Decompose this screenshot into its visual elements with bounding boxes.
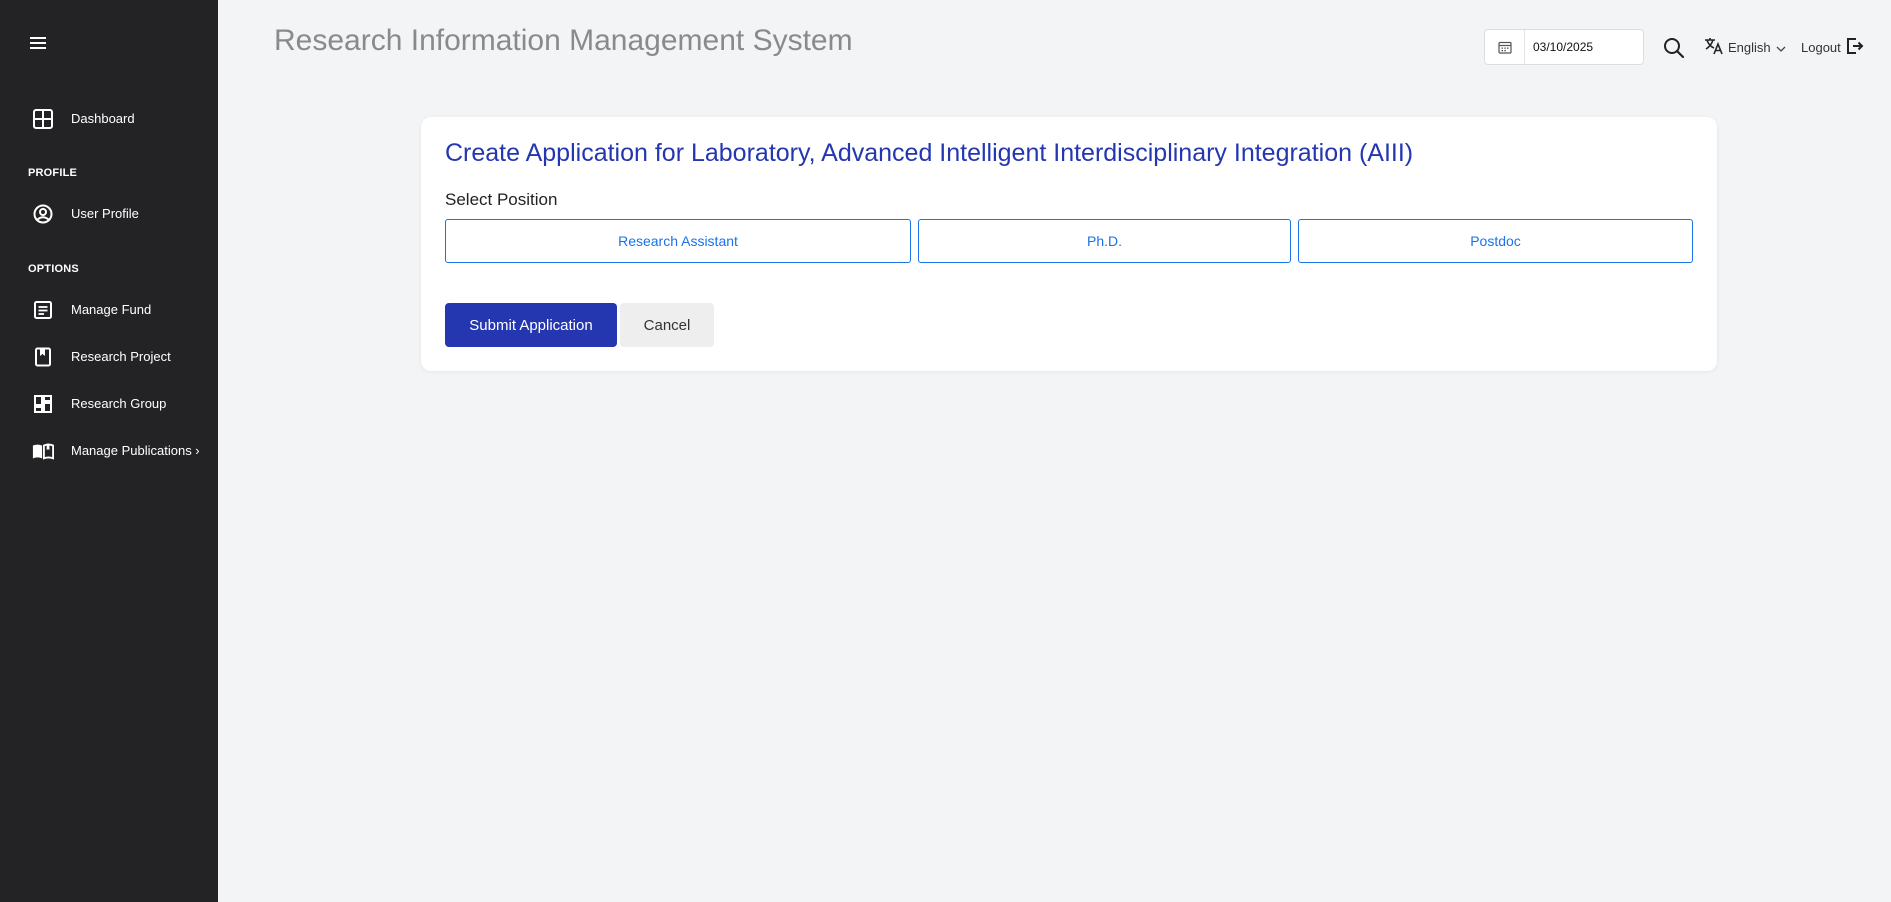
open-book-icon xyxy=(32,440,54,462)
date-picker[interactable] xyxy=(1484,29,1644,65)
chevron-down-icon xyxy=(1776,40,1786,55)
submit-application-button[interactable]: Submit Application xyxy=(445,303,617,347)
select-position-label: Select Position xyxy=(445,190,558,209)
section-title-options: OPTIONS xyxy=(28,263,79,275)
hamburger-menu-icon[interactable] xyxy=(30,34,52,52)
logout-icon xyxy=(1846,37,1864,58)
logout-label: Logout xyxy=(1801,39,1841,55)
sidebar-item-label: Research Project xyxy=(71,348,171,364)
language-label: English xyxy=(1728,39,1771,55)
sidebar-item-manage-fund[interactable]: Manage Fund xyxy=(0,293,218,325)
form-title: Create Application for Laboratory, Advan… xyxy=(445,139,1414,167)
application-card: Create Application for Laboratory, Advan… xyxy=(421,117,1717,371)
logout-button[interactable]: Logout xyxy=(1801,36,1864,58)
bookmark-book-icon xyxy=(32,346,54,368)
page-title: Research Information Management System xyxy=(274,24,853,57)
date-input[interactable] xyxy=(1525,40,1635,54)
user-circle-icon xyxy=(32,203,54,225)
sidebar: Dashboard PROFILE User Profile OPTIONS M… xyxy=(0,0,218,902)
position-postdoc-button[interactable]: Postdoc xyxy=(1298,219,1693,263)
dashboard-grid-icon xyxy=(32,108,54,130)
position-phd-button[interactable]: Ph.D. xyxy=(918,219,1291,263)
layout-grid-icon xyxy=(32,393,54,415)
calendar-icon[interactable] xyxy=(1485,30,1525,64)
language-selector[interactable]: English xyxy=(1704,36,1786,58)
sidebar-item-research-group[interactable]: Research Group xyxy=(0,387,218,419)
document-list-icon xyxy=(32,299,54,321)
sidebar-item-label: Dashboard xyxy=(71,110,135,126)
position-research-assistant-button[interactable]: Research Assistant xyxy=(445,219,911,263)
sidebar-item-label: User Profile xyxy=(71,205,139,221)
section-title-profile: PROFILE xyxy=(28,167,78,179)
translate-icon xyxy=(1704,37,1724,58)
sidebar-item-dashboard[interactable]: Dashboard xyxy=(0,102,218,134)
sidebar-item-label: Manage Publications › xyxy=(71,442,200,458)
sidebar-item-user-profile[interactable]: User Profile xyxy=(0,197,218,229)
sidebar-item-manage-publications[interactable]: Manage Publications › xyxy=(0,434,218,466)
sidebar-item-label: Research Group xyxy=(71,395,167,411)
sidebar-item-label: Manage Fund xyxy=(71,301,152,317)
sidebar-item-research-project[interactable]: Research Project xyxy=(0,340,218,372)
search-icon[interactable] xyxy=(1662,36,1686,60)
cancel-button[interactable]: Cancel xyxy=(620,303,714,347)
